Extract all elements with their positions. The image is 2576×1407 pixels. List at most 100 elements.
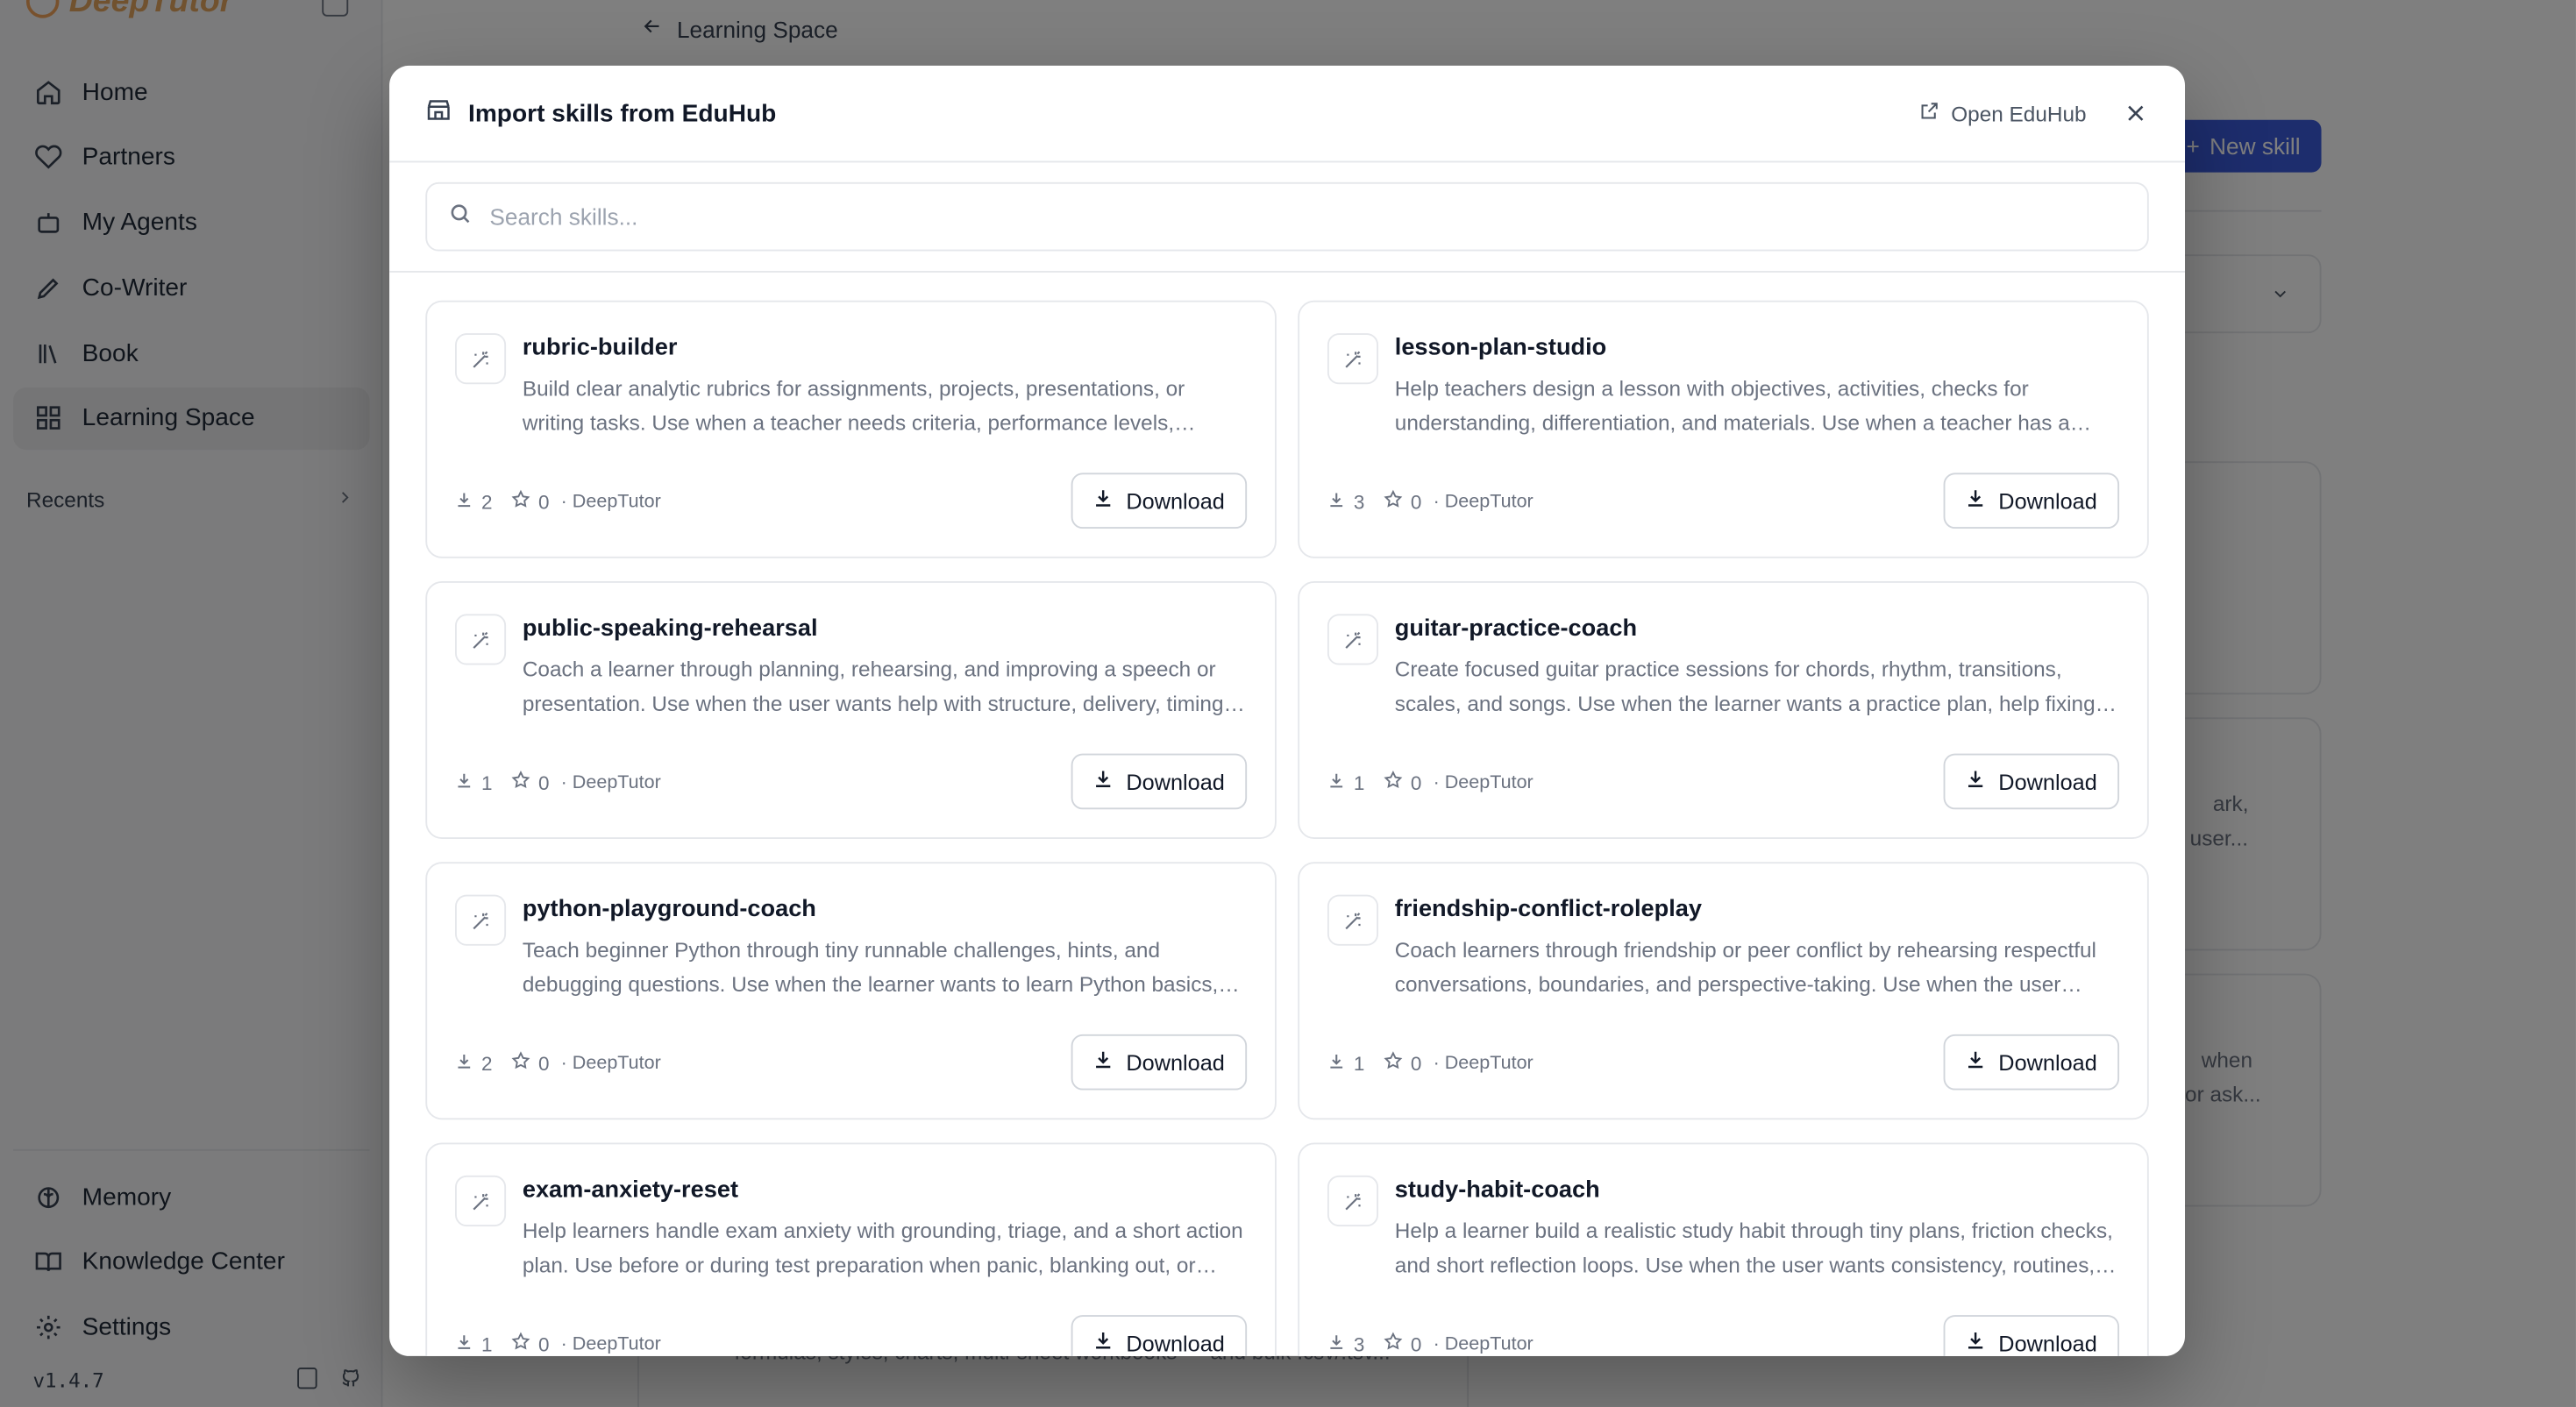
download-label: Download <box>1998 1330 2097 1355</box>
skill-meta: 2 0 · DeepTutor <box>455 489 661 514</box>
open-eduhub-link[interactable]: Open EduHub <box>1918 100 2087 126</box>
star-icon <box>510 1051 530 1076</box>
skill-meta: 1 0 · DeepTutor <box>1327 770 1534 794</box>
skill-card[interactable]: rubric-builder Build clear analytic rubr… <box>425 300 1277 558</box>
skill-author: · DeepTutor <box>1433 491 1534 512</box>
download-icon <box>1093 487 1114 514</box>
magic-wand-icon <box>1327 1175 1379 1226</box>
skill-description: Coach learners through friendship or pee… <box>1394 937 2096 997</box>
download-icon <box>1966 1330 1987 1356</box>
skill-description: Help teachers design a lesson with objec… <box>1394 375 2070 436</box>
download-count: 1 <box>1353 771 1365 794</box>
skill-description: Create focused guitar practice sessions … <box>1394 657 2113 716</box>
download-count: 1 <box>480 771 493 794</box>
skill-card[interactable]: public-speaking-rehearsal Coach a learne… <box>425 580 1277 840</box>
search-input[interactable] <box>489 203 1968 231</box>
star-count: 0 <box>537 771 550 794</box>
download-count-icon <box>455 490 473 513</box>
download-count: 3 <box>1353 490 1365 514</box>
download-button[interactable]: Download <box>1071 473 1248 529</box>
store-icon <box>425 96 452 131</box>
magic-wand-icon <box>1327 333 1379 385</box>
skill-name: study-habit-coach <box>1394 1176 1600 1204</box>
skill-meta: 3 0 · DeepTutor <box>1327 1332 1534 1356</box>
star-count: 0 <box>537 1332 550 1355</box>
skill-meta: 1 0 · DeepTutor <box>1327 1051 1534 1076</box>
skill-card[interactable]: friendship-conflict-roleplay Coach learn… <box>1298 862 2149 1120</box>
star-count: 0 <box>537 1051 550 1075</box>
skill-name: rubric-builder <box>522 335 678 362</box>
download-count: 3 <box>1353 1332 1365 1355</box>
skill-card[interactable]: exam-anxiety-reset Help learners handle … <box>425 1142 1277 1356</box>
skill-name: exam-anxiety-reset <box>522 1176 739 1204</box>
skill-author: · DeepTutor <box>560 1333 661 1354</box>
star-icon <box>1383 770 1402 794</box>
download-button[interactable]: Download <box>1943 473 2120 529</box>
skill-card[interactable]: guitar-practice-coach Create focused gui… <box>1298 580 2149 840</box>
search-area <box>389 162 2186 273</box>
download-count: 1 <box>1353 1051 1365 1075</box>
magic-wand-icon <box>455 614 507 665</box>
download-button[interactable]: Download <box>1943 1034 2120 1091</box>
app-root: DeepTutor Home Partners My Agents <box>0 0 2576 1407</box>
magic-wand-icon <box>455 1175 507 1226</box>
download-label: Download <box>1126 1049 1225 1075</box>
magic-wand-icon <box>1327 614 1379 665</box>
download-icon <box>1093 1049 1114 1076</box>
open-eduhub-label: Open EduHub <box>1951 101 2087 126</box>
download-button[interactable]: Download <box>1071 753 1248 810</box>
download-count-icon <box>455 1332 473 1355</box>
download-button[interactable]: Download <box>1071 1315 1248 1356</box>
skill-description: Coach a learner through planning, rehear… <box>522 657 1230 716</box>
download-label: Download <box>1998 488 2097 514</box>
magic-wand-icon <box>455 894 507 946</box>
skill-card[interactable]: lesson-plan-studio Help teachers design … <box>1298 300 2149 558</box>
download-button[interactable]: Download <box>1943 753 2120 810</box>
download-count: 1 <box>480 1332 493 1355</box>
skill-name: friendship-conflict-roleplay <box>1394 896 1703 923</box>
skill-author: · DeepTutor <box>1433 1333 1534 1354</box>
skill-author: · DeepTutor <box>560 491 661 512</box>
skill-name: lesson-plan-studio <box>1394 335 1607 362</box>
close-icon[interactable] <box>2123 100 2149 126</box>
download-label: Download <box>1998 1049 2097 1075</box>
skill-description: Help learners handle exam anxiety with g… <box>522 1218 1243 1278</box>
skill-description: Build clear analytic rubrics for assignm… <box>522 375 1185 436</box>
modal-header: Import skills from EduHub Open EduHub <box>389 66 2186 163</box>
skill-card[interactable]: python-playground-coach Teach beginner P… <box>425 862 1277 1120</box>
search-icon <box>449 201 472 232</box>
skill-author: · DeepTutor <box>1433 1053 1534 1073</box>
star-icon <box>1383 1332 1402 1356</box>
download-icon <box>1966 768 1987 794</box>
download-label: Download <box>1998 769 2097 794</box>
download-icon <box>1093 768 1114 794</box>
download-count-icon <box>455 1052 473 1075</box>
download-button[interactable]: Download <box>1943 1315 2120 1356</box>
skill-meta: 2 0 · DeepTutor <box>455 1051 661 1076</box>
skill-description: Help a learner build a realistic study h… <box>1394 1218 2113 1278</box>
external-link-icon <box>1918 100 1939 126</box>
download-icon <box>1966 487 1987 514</box>
skill-meta: 1 0 · DeepTutor <box>455 770 661 794</box>
download-count: 2 <box>480 490 493 514</box>
download-icon <box>1966 1049 1987 1076</box>
skill-author: · DeepTutor <box>560 1053 661 1073</box>
download-count-icon <box>1327 490 1346 513</box>
download-icon <box>1093 1330 1114 1356</box>
download-count-icon <box>1327 1332 1346 1355</box>
skill-name: guitar-practice-coach <box>1394 615 1638 643</box>
download-label: Download <box>1126 1330 1225 1355</box>
star-icon <box>510 489 530 514</box>
star-count: 0 <box>1410 490 1422 514</box>
search-box[interactable] <box>425 181 2149 252</box>
star-count: 0 <box>1410 771 1422 794</box>
download-button[interactable]: Download <box>1071 1034 1248 1091</box>
star-count: 0 <box>1410 1332 1422 1355</box>
download-label: Download <box>1126 488 1225 514</box>
skill-card[interactable]: study-habit-coach Help a learner build a… <box>1298 1142 2149 1356</box>
modal-title: Import skills from EduHub <box>468 99 777 128</box>
import-skills-modal: Import skills from EduHub Open EduHub Se… <box>389 65 2186 1356</box>
skill-name: python-playground-coach <box>522 896 816 923</box>
skill-description: Teach beginner Python through tiny runna… <box>522 937 1219 997</box>
star-count: 0 <box>537 490 550 514</box>
